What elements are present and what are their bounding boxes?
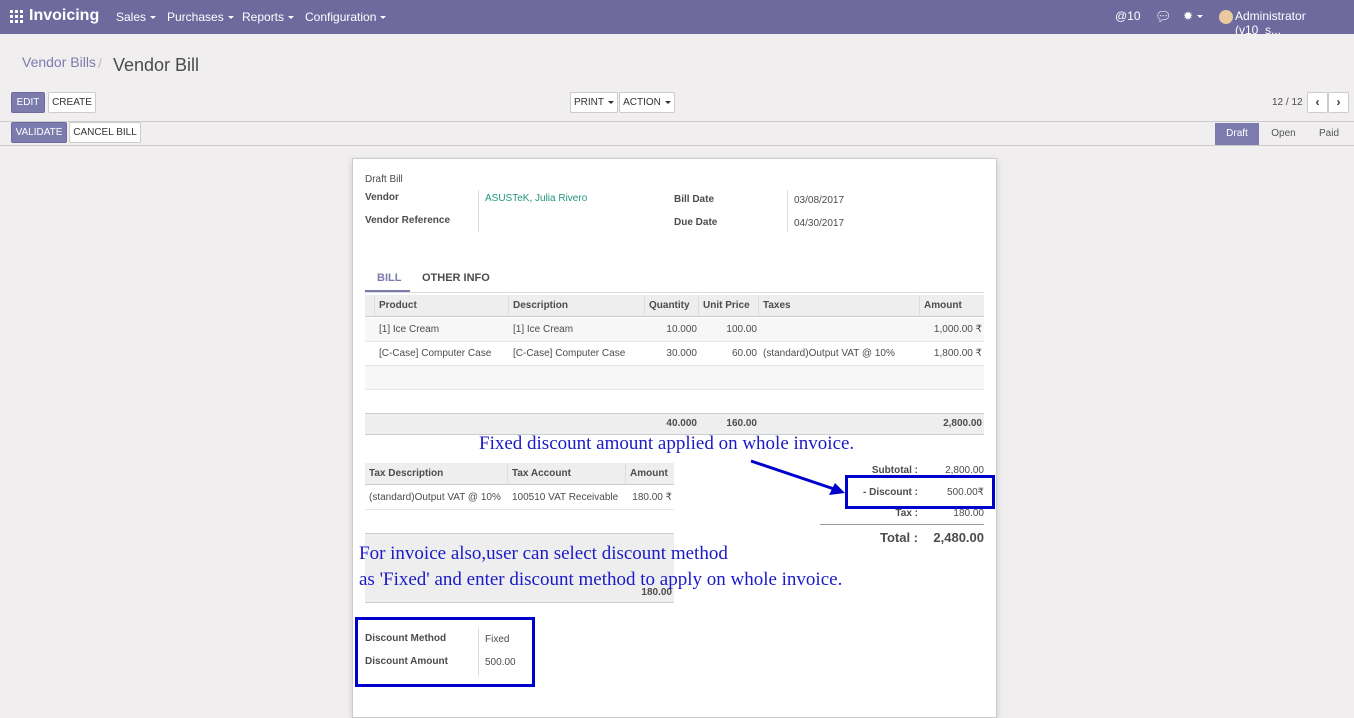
discount-fields-highlight-box <box>355 617 535 687</box>
column-header-taxes[interactable]: Taxes <box>759 295 920 317</box>
apps-grid-icon[interactable] <box>10 10 23 23</box>
cancel-bill-button[interactable]: CANCEL BILL <box>69 122 141 143</box>
cell-description: [1] Ice Cream <box>513 324 574 335</box>
status-bar <box>0 122 1354 146</box>
create-button[interactable]: CREATE <box>48 92 96 113</box>
annotation-arrow-icon <box>750 459 845 495</box>
total-divider <box>820 524 984 525</box>
tab-other-info[interactable]: OTHER INFO <box>422 272 490 284</box>
tab-bill[interactable]: BILL <box>377 272 401 284</box>
app-title: Invoicing <box>29 7 100 24</box>
cell-tax-amount: 180.00 ₹ <box>632 492 672 503</box>
menu-reports[interactable]: Reports <box>242 10 295 24</box>
column-header-description[interactable]: Description <box>509 295 645 317</box>
vendor-label: Vendor <box>365 192 399 203</box>
column-header-tax-account[interactable]: Tax Account <box>508 463 626 485</box>
column-header-tax-amount[interactable]: Amount <box>626 463 674 485</box>
column-header-product[interactable]: Product <box>375 295 509 317</box>
row-divider <box>365 509 674 510</box>
discount-highlight-box <box>845 475 995 509</box>
validate-button[interactable]: VALIDATE <box>11 122 67 143</box>
chat-icon[interactable]: 💬︎ <box>1155 9 1172 25</box>
column-header-tax-description[interactable]: Tax Description <box>365 463 508 485</box>
cell-amount: 1,000.00 ₹ <box>933 324 982 335</box>
cell-tax-description: (standard)Output VAT @ 10% <box>369 492 501 503</box>
mentions-counter[interactable]: @10 <box>1115 9 1141 23</box>
cell-unit-price: 60.00 <box>731 348 757 359</box>
cell-amount: 1,800.00 ₹ <box>933 348 982 359</box>
vendor-reference-label: Vendor Reference <box>365 215 451 226</box>
column-header-quantity[interactable]: Quantity <box>645 295 699 317</box>
annotation-top: Fixed discount amount applied on whole i… <box>479 433 855 454</box>
menu-sales[interactable]: Sales <box>116 10 157 24</box>
total-amount: 2,800.00 <box>943 418 982 429</box>
tab-underline <box>365 292 984 293</box>
field-divider <box>478 190 479 232</box>
tax-value: 180.00 <box>953 508 984 519</box>
annotation-line-2: as 'Fixed' and enter discount method to … <box>359 569 843 590</box>
cell-description: [C-Case] Computer Case <box>513 348 626 359</box>
top-navbar: Invoicing Sales Purchases Reports Config… <box>0 0 1354 37</box>
bill-date-value: 03/08/2017 <box>794 195 845 206</box>
user-menu[interactable]: Administrator (v10_s... <box>1235 9 1354 37</box>
edit-button[interactable]: EDIT <box>11 92 45 113</box>
stage-paid[interactable]: Paid <box>1307 123 1351 145</box>
print-button[interactable]: PRINT <box>570 92 618 113</box>
column-header-amount[interactable]: Amount <box>920 295 984 317</box>
empty-row <box>365 366 984 390</box>
pager-previous-button[interactable]: ‹ <box>1307 92 1328 113</box>
cell-quantity: 30.000 <box>666 348 697 359</box>
cell-product: [C-Case] Computer Case <box>379 348 492 359</box>
breadcrumb-vendor-bills[interactable]: Vendor Bills <box>22 54 96 70</box>
cell-unit-price: 100.00 <box>726 324 757 335</box>
control-panel <box>0 34 1354 122</box>
menu-configuration[interactable]: Configuration <box>305 10 387 24</box>
cell-quantity: 10.000 <box>666 324 697 335</box>
total-label: Total : <box>879 530 918 545</box>
debug-icon[interactable]: ✹ <box>1183 9 1204 23</box>
bill-status: Draft Bill <box>365 174 403 185</box>
pager-next-button[interactable]: › <box>1328 92 1349 113</box>
due-date-value: 04/30/2017 <box>794 218 845 229</box>
cell-taxes: (standard)Output VAT @ 10% <box>763 348 895 359</box>
row-divider <box>365 389 984 390</box>
tax-label: Tax : <box>895 508 918 519</box>
cell-tax-account: 100510 VAT Receivable <box>512 492 619 503</box>
stage-draft[interactable]: Draft <box>1215 123 1259 145</box>
cell-product: [1] Ice Cream <box>379 324 440 335</box>
stage-open[interactable]: Open <box>1262 123 1305 145</box>
vendor-link[interactable]: ASUSTeK, Julia Rivero <box>485 193 587 204</box>
avatar[interactable] <box>1219 10 1233 24</box>
cell-taxes <box>759 318 763 342</box>
field-divider <box>787 190 788 232</box>
menu-purchases[interactable]: Purchases <box>167 10 234 24</box>
action-button[interactable]: ACTION <box>619 92 675 113</box>
breadcrumb-separator: / <box>98 55 102 71</box>
total-value: 2,480.00 <box>933 530 984 545</box>
table-header-handle <box>365 295 375 317</box>
bill-date-label: Bill Date <box>674 194 715 205</box>
annotation-line-1: For invoice also,user can select discoun… <box>359 543 728 564</box>
page-title: Vendor Bill <box>113 55 200 75</box>
column-header-unit-price[interactable]: Unit Price <box>699 295 759 317</box>
pager-value: 12 / 12 <box>1272 97 1303 108</box>
due-date-label: Due Date <box>674 217 718 228</box>
